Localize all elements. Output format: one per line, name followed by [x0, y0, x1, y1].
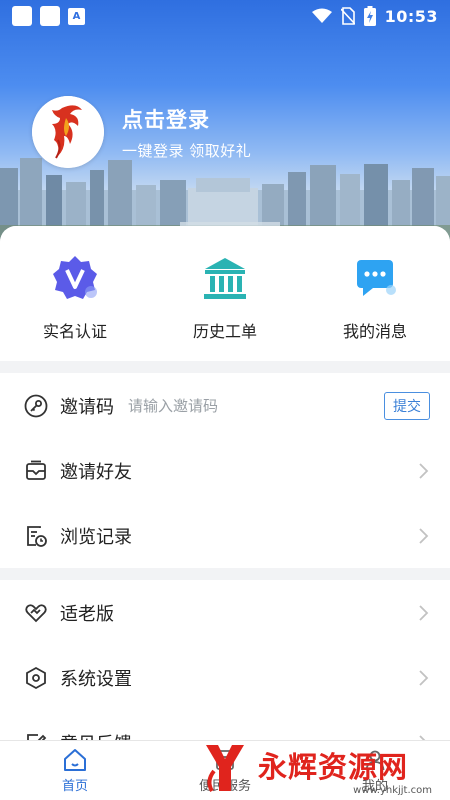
clock: 10:53 [384, 6, 438, 26]
wifi-icon [311, 8, 332, 23]
quick-actions: 实名认证 历史工单 我的消息 [0, 226, 450, 361]
envelope-icon [26, 460, 46, 480]
quick-action-history-orders[interactable]: 历史工单 [150, 252, 300, 361]
status-bar: A 10:53 [0, 0, 450, 32]
chevron-right-icon [419, 604, 429, 621]
chevron-right-icon [419, 462, 429, 479]
avatar[interactable] [32, 96, 104, 168]
key-icon [24, 394, 48, 417]
nav-tab-label: 首页 [61, 778, 88, 794]
chevron-right-icon [419, 527, 429, 544]
chevron-right-icon [419, 669, 429, 686]
menu-item-label: 系统设置 [60, 668, 132, 690]
font-a-icon: A [68, 7, 85, 25]
watermark-url: www.yhkjjt.com [353, 785, 432, 796]
menu-item-elderly-mode[interactable]: 适老版 [0, 580, 450, 645]
home-icon [64, 748, 86, 771]
battery-charging-icon [363, 6, 376, 26]
login-subtitle[interactable]: 一键登录 领取好礼 [122, 140, 251, 161]
phoenix-logo-icon [32, 96, 104, 168]
watermark: 永辉资源网 www.yhkjjt.com [200, 735, 450, 800]
notification-square-icon [12, 6, 32, 26]
watermark-text: 永辉资源网 [258, 750, 409, 784]
settings-hexagon-icon [26, 666, 46, 689]
menu-item-label: 浏览记录 [60, 526, 132, 548]
profile-header: A 10:53 点击登录 一键登录 领取好礼 [0, 0, 450, 245]
invite-code-row: 邀请码 提交 [0, 373, 450, 438]
quick-action-label: 我的消息 [342, 322, 407, 341]
menu-item-label: 适老版 [60, 603, 114, 625]
bank-building-icon [204, 258, 246, 299]
menu-item-label: 邀请好友 [60, 461, 132, 483]
quick-action-real-name[interactable]: 实名认证 [0, 252, 150, 361]
login-title[interactable]: 点击登录 [122, 104, 210, 134]
quick-action-label: 历史工单 [192, 322, 257, 341]
nav-tab-home[interactable]: 首页 [0, 741, 150, 800]
verified-v-badge-icon [53, 256, 97, 299]
history-log-icon [27, 525, 47, 547]
menu-group-invite: 邀请码 提交 邀请好友 [0, 373, 450, 568]
invite-code-input[interactable] [128, 396, 328, 415]
heart-hands-icon [25, 603, 47, 622]
watermark-logo-icon [206, 744, 244, 792]
chat-bubble-icon [357, 260, 396, 296]
invite-code-submit-button[interactable]: 提交 [384, 391, 430, 420]
no-sim-icon [340, 7, 355, 25]
invite-code-label: 邀请码 [60, 396, 114, 418]
profile-content-card: 实名认证 历史工单 我的消息 邀请码 请输入邀请码 提交 邀请好友 浏览记录 适… [0, 226, 450, 800]
quick-action-my-messages[interactable]: 我的消息 [300, 252, 450, 361]
menu-item-invite-friends[interactable]: 邀请好友 [0, 438, 450, 503]
quick-action-label: 实名认证 [42, 322, 107, 341]
menu-item-system-settings[interactable]: 系统设置 [0, 645, 450, 710]
notification-square-icon [40, 6, 60, 26]
menu-item-browse-history[interactable]: 浏览记录 [0, 503, 450, 568]
